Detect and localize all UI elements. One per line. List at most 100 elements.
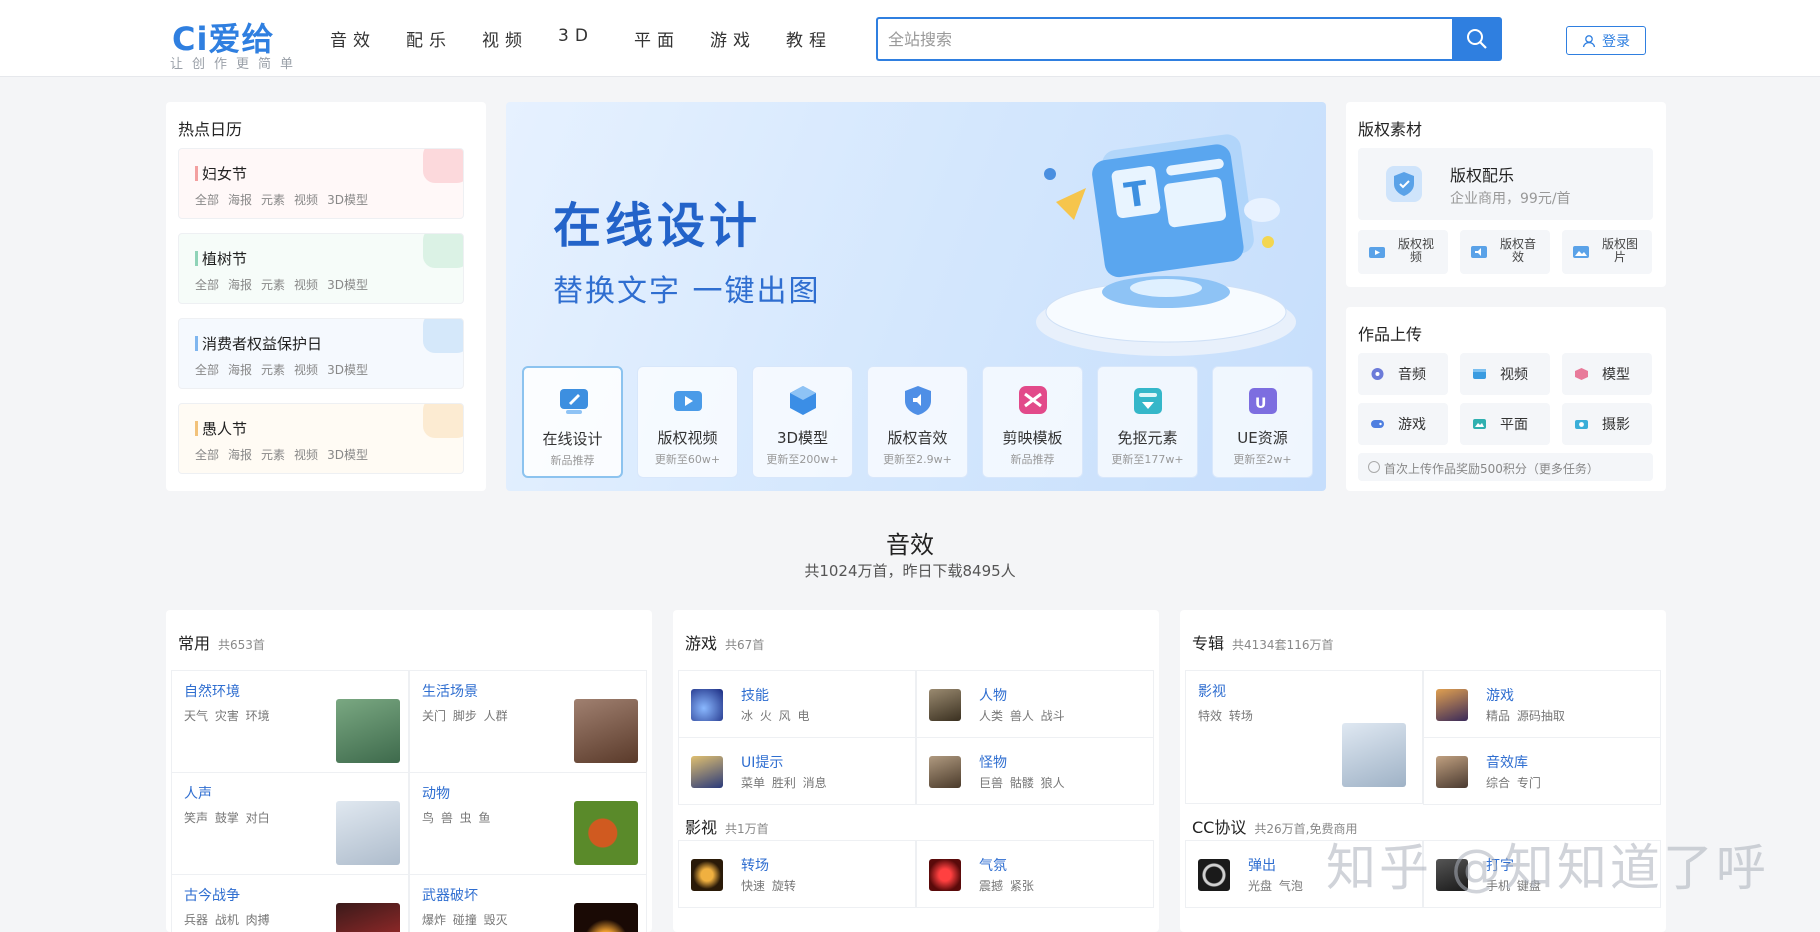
category-life[interactable]: 生活场景 关门 脚步 人群	[409, 670, 647, 773]
upload-photo-button[interactable]: 摄影	[1562, 403, 1652, 445]
upload-graphic-button[interactable]: 平面	[1460, 403, 1550, 445]
tag-all[interactable]: 全部	[195, 446, 219, 463]
nav-item-video[interactable]: 视频	[482, 26, 558, 51]
tag-element[interactable]: 元素	[261, 276, 285, 293]
search-input[interactable]	[876, 17, 1452, 61]
category-title: 弹出	[1248, 858, 1276, 874]
tag-3d[interactable]: 3D模型	[327, 446, 368, 463]
rights-video-label: 版权视频	[1398, 237, 1435, 264]
category-character[interactable]: 人物 人类 兽人 战斗	[916, 670, 1154, 738]
upload-reward-note[interactable]: 首次上传作品奖励500积分（更多任务）	[1358, 453, 1653, 481]
upload-audio-button[interactable]: 音频	[1358, 353, 1448, 395]
album-game[interactable]: 游戏 精品 源码抽取	[1423, 670, 1661, 738]
tag-3d[interactable]: 3D模型	[327, 361, 368, 378]
hot-item-arbor-day[interactable]: 植树节 全部 海报 元素 视频 3D模型	[178, 233, 464, 304]
tile-sub: 更新至60w+	[654, 453, 721, 466]
watermark: 知乎 @知知道了呼	[1326, 839, 1769, 897]
hot-item-april-fools[interactable]: 愚人节 全部 海报 元素 视频 3D模型	[178, 403, 464, 474]
category-weapon[interactable]: 武器破坏 爆炸 碰撞 毁灭	[409, 874, 647, 932]
tag-poster[interactable]: 海报	[228, 361, 252, 378]
hot-calendar-panel: 热点日历 妇女节 全部 海报 元素 视频 3D模型 植树节 全部 海报 元素 视…	[166, 102, 486, 491]
tag-poster[interactable]: 海报	[228, 276, 252, 293]
hot-item-tags: 全部 海报 元素 视频 3D模型	[195, 361, 368, 378]
rights-video-button[interactable]: 版权视频	[1358, 230, 1448, 274]
rights-sound-button[interactable]: 版权音效	[1460, 230, 1550, 274]
logo[interactable]: Ci爱给 让创作更简单	[168, 12, 293, 72]
tile-sub: 更新至2w+	[1233, 453, 1292, 466]
tag-element[interactable]: 元素	[261, 446, 285, 463]
tile-capcut-template[interactable]: 剪映模板 新品推荐	[982, 366, 1083, 478]
tag-video[interactable]: 视频	[294, 191, 318, 208]
tag-video[interactable]: 视频	[294, 276, 318, 293]
tag-poster[interactable]: 海报	[228, 191, 252, 208]
tag-all[interactable]: 全部	[195, 191, 219, 208]
ue-icon: U	[1249, 388, 1277, 414]
tag-video[interactable]: 视频	[294, 446, 318, 463]
category-atmosphere[interactable]: 气氛 震撼 紧张	[916, 840, 1154, 908]
hot-calendar-title: 热点日历	[178, 120, 243, 139]
category-animal[interactable]: 动物 鸟 兽 虫 鱼	[409, 772, 647, 875]
nav-item-game[interactable]: 游戏	[710, 26, 786, 51]
tile-3d-model[interactable]: 3D模型 更新至200w+	[752, 366, 853, 478]
common-count: 共653首	[218, 638, 265, 652]
tag-video[interactable]: 视频	[294, 361, 318, 378]
hero-banner[interactable]: 在线设计 替换文字 一键出图 T 在线设计 新品推荐 版权视频 更新至60w+ …	[506, 102, 1326, 491]
tag-all[interactable]: 全部	[195, 361, 219, 378]
tag-3d[interactable]: 3D模型	[327, 276, 368, 293]
category-monster[interactable]: 怪物 巨兽 骷髅 狼人	[916, 737, 1154, 805]
nav-item-3d[interactable]: 3D	[558, 26, 634, 51]
category-voice[interactable]: 人声 笑声 鼓掌 对白	[171, 772, 409, 875]
tile-copyright-sound[interactable]: 版权音效 更新至2.9w+	[867, 366, 968, 478]
search-icon	[1467, 29, 1487, 49]
search-button[interactable]	[1452, 17, 1502, 61]
tag-all[interactable]: 全部	[195, 276, 219, 293]
tag-3d[interactable]: 3D模型	[327, 191, 368, 208]
hot-item-womens-day[interactable]: 妇女节 全部 海报 元素 视频 3D模型	[178, 148, 464, 219]
nav-item-sound[interactable]: 音效	[330, 26, 406, 51]
upload-video-label: 视频	[1500, 367, 1528, 383]
nav-item-music[interactable]: 配乐	[406, 26, 482, 51]
category-ui-tip[interactable]: UI提示 菜单 胜利 消息	[678, 737, 916, 805]
category-tags: 巨兽 骷髅 狼人	[979, 776, 1065, 790]
hot-item-name: 愚人节	[202, 420, 248, 438]
category-title: 音效库	[1486, 755, 1528, 771]
nav-item-tutorial[interactable]: 教程	[786, 26, 862, 51]
upload-game-label: 游戏	[1398, 417, 1426, 433]
upload-video-button[interactable]: 视频	[1460, 353, 1550, 395]
banner-tiles: 在线设计 新品推荐 版权视频 更新至60w+ 3D模型 更新至200w+ 版权音…	[522, 366, 1313, 478]
hot-item-consumer-day[interactable]: 消费者权益保护日 全部 海报 元素 视频 3D模型	[178, 318, 464, 389]
rights-music-card[interactable]: 版权配乐 企业商用，99元/首	[1358, 148, 1653, 220]
category-title: 自然环境	[184, 684, 240, 700]
category-tags: 综合 专门	[1486, 776, 1541, 790]
tag-element[interactable]: 元素	[261, 191, 285, 208]
category-nature[interactable]: 自然环境 天气 灾害 环境	[171, 670, 409, 773]
cube-icon	[1575, 368, 1588, 380]
rights-image-button[interactable]: 版权图片	[1562, 230, 1652, 274]
album-film[interactable]: 影视 特效 转场	[1185, 670, 1423, 804]
category-transition[interactable]: 转场 快速 旋转	[678, 840, 916, 908]
tag-element[interactable]: 元素	[261, 361, 285, 378]
nav-item-graphic[interactable]: 平面	[634, 26, 710, 51]
tile-copyright-video[interactable]: 版权视频 更新至60w+	[637, 366, 738, 478]
video-icon	[1369, 247, 1385, 258]
skill-thumbnail	[691, 689, 723, 721]
category-title: 技能	[741, 688, 769, 704]
category-title: 古今战争	[184, 888, 240, 904]
camera-icon	[1575, 420, 1588, 429]
tile-cutout-element[interactable]: 免抠元素 更新至177w+	[1097, 366, 1198, 478]
upload-game-button[interactable]: 游戏	[1358, 403, 1448, 445]
category-tags: 人类 兽人 战斗	[979, 709, 1065, 723]
info-icon	[1368, 461, 1380, 473]
tile-ue-resource[interactable]: U UE资源 更新至2w+	[1212, 366, 1313, 478]
category-skill[interactable]: 技能 冰 火 风 电	[678, 670, 916, 738]
category-tags: 兵器 战机 肉搏	[184, 913, 270, 927]
category-war[interactable]: 古今战争 兵器 战机 肉搏	[171, 874, 409, 932]
login-button[interactable]: 登录	[1566, 26, 1646, 55]
tile-online-design[interactable]: 在线设计 新品推荐	[522, 366, 623, 478]
section-subtitle: 共1024万首，昨日下载8495人	[804, 562, 1016, 580]
upload-title: 作品上传	[1358, 325, 1423, 344]
category-title: 转场	[741, 858, 769, 874]
album-sound-library[interactable]: 音效库 综合 专门	[1423, 737, 1661, 805]
tag-poster[interactable]: 海报	[228, 446, 252, 463]
upload-model-button[interactable]: 模型	[1562, 353, 1652, 395]
